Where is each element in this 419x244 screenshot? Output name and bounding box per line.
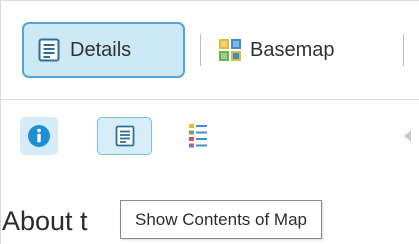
about-button[interactable] — [20, 117, 58, 155]
toolbar-divider — [1, 99, 419, 100]
legend-list-icon — [188, 123, 208, 149]
info-icon — [27, 124, 51, 148]
details-doc-icon — [38, 38, 60, 62]
toolbar-separator — [403, 34, 404, 66]
details-tab[interactable]: Details — [22, 22, 185, 78]
tooltip: Show Contents of Map — [120, 200, 322, 239]
show-contents-button[interactable] — [97, 117, 152, 155]
about-heading: About t — [2, 206, 88, 236]
map-details-panel: Details Basemap About t Show Contents of… — [0, 0, 419, 244]
details-tab-label: Details — [70, 38, 132, 61]
show-legend-button[interactable] — [180, 117, 216, 155]
basemap-tab[interactable]: Basemap — [218, 22, 388, 78]
toolbar-separator — [200, 34, 201, 66]
collapse-panel-arrow-icon[interactable] — [404, 130, 411, 142]
contents-doc-icon — [115, 125, 135, 147]
basemap-tab-label: Basemap — [250, 38, 335, 61]
tooltip-text: Show Contents of Map — [135, 209, 307, 229]
basemap-grid-icon — [218, 38, 242, 62]
